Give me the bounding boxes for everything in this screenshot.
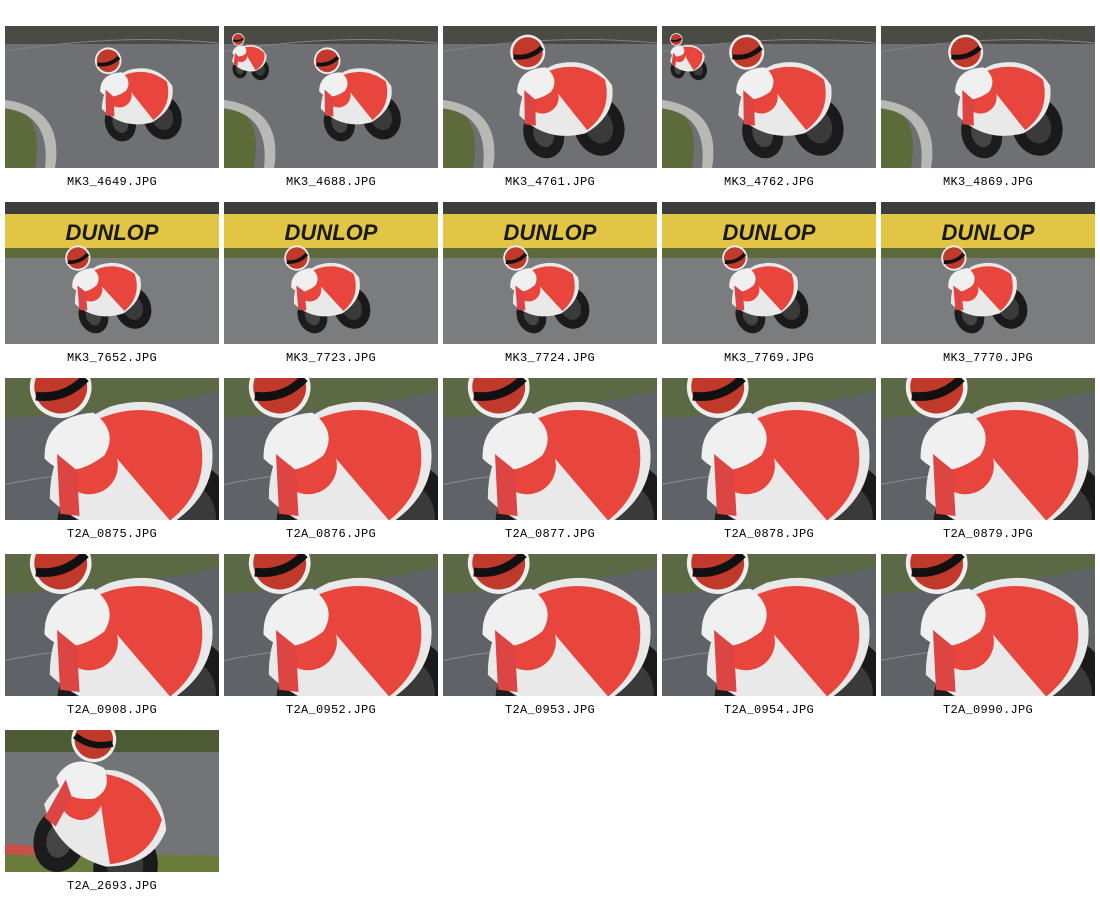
photo-thumbnail[interactable]: DUNLOP	[224, 202, 438, 344]
thumbnail-filename[interactable]: T2A_0908.JPG	[5, 703, 219, 717]
thumbnail-cell[interactable]: MK3_4869.JPG	[881, 26, 1095, 202]
thumbnail-cell[interactable]: T2A_0990.JPG	[881, 554, 1095, 730]
thumbnail-filename[interactable]: MK3_7723.JPG	[224, 351, 438, 365]
thumbnail-cell[interactable]: DUNLOP MK3_7723.JPG	[224, 202, 438, 378]
thumbnail-filename[interactable]: MK3_4869.JPG	[881, 175, 1095, 189]
thumbnail-cell[interactable]: T2A_2693.JPG	[5, 730, 219, 906]
photo-thumbnail[interactable]: DUNLOP	[881, 202, 1095, 344]
thumbnail-filename[interactable]: T2A_0954.JPG	[662, 703, 876, 717]
thumbnail-cell[interactable]: T2A_0875.JPG	[5, 378, 219, 554]
photo-thumbnail[interactable]: DUNLOP	[662, 202, 876, 344]
thumbnail-cell[interactable]: T2A_0876.JPG	[224, 378, 438, 554]
photo-thumbnail[interactable]	[881, 26, 1095, 168]
thumbnail-filename[interactable]: MK3_4649.JPG	[5, 175, 219, 189]
svg-text:DUNLOP: DUNLOP	[66, 220, 159, 245]
thumbnail-cell[interactable]: T2A_0908.JPG	[5, 554, 219, 730]
thumbnail-filename[interactable]: T2A_0952.JPG	[224, 703, 438, 717]
thumbnail-filename[interactable]: MK3_7724.JPG	[443, 351, 657, 365]
photo-thumbnail[interactable]	[443, 26, 657, 168]
thumbnail-cell[interactable]: DUNLOP MK3_7770.JPG	[881, 202, 1095, 378]
thumbnail-filename[interactable]: T2A_0990.JPG	[881, 703, 1095, 717]
thumbnail-filename[interactable]: T2A_0879.JPG	[881, 527, 1095, 541]
photo-thumbnail[interactable]	[881, 378, 1095, 520]
thumbnail-filename[interactable]: T2A_0876.JPG	[224, 527, 438, 541]
photo-thumbnail[interactable]	[5, 730, 219, 872]
svg-text:DUNLOP: DUNLOP	[942, 220, 1035, 245]
photo-thumbnail[interactable]	[662, 26, 876, 168]
thumbnail-filename[interactable]: MK3_7769.JPG	[662, 351, 876, 365]
thumbnail-cell[interactable]: T2A_0953.JPG	[443, 554, 657, 730]
thumbnail-filename[interactable]: T2A_2693.JPG	[5, 879, 219, 893]
photo-thumbnail[interactable]	[224, 554, 438, 696]
photo-thumbnail[interactable]: DUNLOP	[5, 202, 219, 344]
thumbnail-cell[interactable]: T2A_0877.JPG	[443, 378, 657, 554]
thumbnail-cell[interactable]: DUNLOP MK3_7652.JPG	[5, 202, 219, 378]
thumbnail-cell[interactable]: T2A_0952.JPG	[224, 554, 438, 730]
photo-thumbnail[interactable]	[5, 26, 219, 168]
svg-text:DUNLOP: DUNLOP	[723, 220, 816, 245]
thumbnail-filename[interactable]: MK3_4762.JPG	[662, 175, 876, 189]
photo-thumbnail[interactable]: DUNLOP	[443, 202, 657, 344]
photo-thumbnail[interactable]	[443, 378, 657, 520]
photo-thumbnail[interactable]	[5, 554, 219, 696]
thumbnail-filename[interactable]: T2A_0878.JPG	[662, 527, 876, 541]
thumbnail-gallery: MK3_4649.JPG MK3_4688.JPG MK3_4761.JPG M…	[5, 26, 1095, 906]
thumbnail-cell[interactable]: T2A_0878.JPG	[662, 378, 876, 554]
thumbnail-filename[interactable]: T2A_0877.JPG	[443, 527, 657, 541]
thumbnail-filename[interactable]: T2A_0875.JPG	[5, 527, 219, 541]
thumbnail-cell[interactable]: T2A_0879.JPG	[881, 378, 1095, 554]
thumbnail-filename[interactable]: MK3_7652.JPG	[5, 351, 219, 365]
thumbnail-filename[interactable]: T2A_0953.JPG	[443, 703, 657, 717]
photo-thumbnail[interactable]	[224, 378, 438, 520]
thumbnail-cell[interactable]: DUNLOP MK3_7769.JPG	[662, 202, 876, 378]
photo-thumbnail[interactable]	[662, 378, 876, 520]
thumbnail-cell[interactable]: DUNLOP MK3_7724.JPG	[443, 202, 657, 378]
photo-thumbnail[interactable]	[5, 378, 219, 520]
thumbnail-cell[interactable]: T2A_0954.JPG	[662, 554, 876, 730]
photo-thumbnail[interactable]	[224, 26, 438, 168]
photo-thumbnail[interactable]	[662, 554, 876, 696]
photo-thumbnail[interactable]	[881, 554, 1095, 696]
svg-text:DUNLOP: DUNLOP	[504, 220, 597, 245]
thumbnail-cell[interactable]: MK3_4762.JPG	[662, 26, 876, 202]
thumbnail-filename[interactable]: MK3_4761.JPG	[443, 175, 657, 189]
thumbnail-filename[interactable]: MK3_7770.JPG	[881, 351, 1095, 365]
svg-text:DUNLOP: DUNLOP	[285, 220, 378, 245]
thumbnail-cell[interactable]: MK3_4688.JPG	[224, 26, 438, 202]
thumbnail-filename[interactable]: MK3_4688.JPG	[224, 175, 438, 189]
thumbnail-cell[interactable]: MK3_4761.JPG	[443, 26, 657, 202]
photo-thumbnail[interactable]	[443, 554, 657, 696]
thumbnail-cell[interactable]: MK3_4649.JPG	[5, 26, 219, 202]
